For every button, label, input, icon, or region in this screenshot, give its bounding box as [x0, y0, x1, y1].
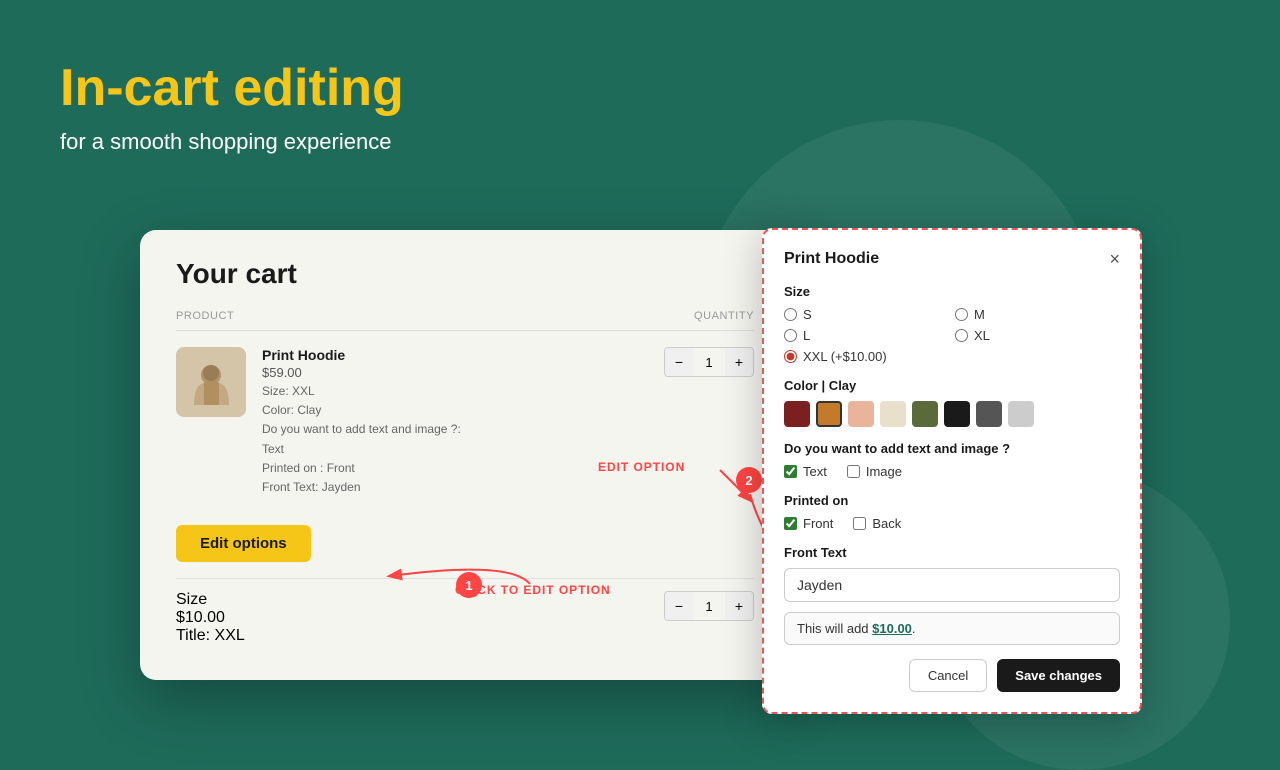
qty2-increase-btn[interactable]: + — [725, 591, 753, 621]
modal-header: Print Hoodie × — [784, 250, 1120, 268]
item-custom-val: Text — [262, 442, 284, 456]
item-color: Color: Clay — [262, 403, 321, 417]
item-printed-on: Printed on : Front — [262, 461, 355, 475]
size-xl-label: XL — [974, 328, 990, 343]
item-custom: Do you want to add text and image ?: — [262, 422, 461, 436]
size-xxl-radio[interactable] — [784, 350, 797, 363]
modal-close-button[interactable]: × — [1109, 250, 1120, 268]
add-text-image-label: Do you want to add text and image ? — [784, 441, 1120, 456]
cancel-button[interactable]: Cancel — [909, 659, 987, 692]
color-dark-red[interactable] — [784, 401, 810, 427]
qty-decrease-btn[interactable]: − — [665, 347, 693, 377]
size-xl-radio[interactable] — [955, 329, 968, 342]
item-name: Print Hoodie — [262, 347, 648, 363]
qty2-value: 1 — [693, 599, 725, 614]
info-text: This will add $10.00. — [784, 612, 1120, 645]
badge-1: 1 — [456, 572, 482, 598]
item2-title: Title: XXL — [176, 627, 648, 645]
cart-item-details: Print Hoodie $59.00 Size: XXL Color: Cla… — [262, 347, 648, 497]
size-s-radio[interactable] — [784, 308, 797, 321]
badge-2: 2 — [736, 467, 762, 493]
info-price: $10.00 — [872, 621, 912, 636]
color-swatch-group — [784, 401, 1120, 427]
front-text-input[interactable] — [784, 568, 1120, 602]
item-price: $59.00 — [262, 365, 648, 380]
cart-device: Your cart PRODUCT QUANTITY Print Hoodie … — [140, 230, 790, 680]
quantity-column-header: QUANTITY — [694, 310, 754, 322]
color-dark-gray[interactable] — [976, 401, 1002, 427]
text-image-checkbox-group: Text Image — [784, 464, 1120, 479]
qty-value: 1 — [693, 355, 725, 370]
back-option[interactable]: Back — [853, 516, 901, 531]
modal-footer: Cancel Save changes — [784, 659, 1120, 692]
size-radio-group: S M L XL XXL (+$10.00) — [784, 307, 1120, 364]
product-column-header: PRODUCT — [176, 310, 234, 322]
size-l-option[interactable]: L — [784, 328, 949, 343]
color-peach[interactable] — [848, 401, 874, 427]
size-s-option[interactable]: S — [784, 307, 949, 322]
size-label: Size — [784, 284, 1120, 299]
size-l-label: L — [803, 328, 810, 343]
printed-on-group: Front Back — [784, 516, 1120, 531]
image-checkbox[interactable] — [847, 465, 860, 478]
color-light-gray[interactable] — [1008, 401, 1034, 427]
qty2-decrease-btn[interactable]: − — [665, 591, 693, 621]
cart-title: Your cart — [176, 258, 754, 290]
color-olive[interactable] — [912, 401, 938, 427]
modal-title: Print Hoodie — [784, 250, 879, 268]
front-option-label: Front — [803, 516, 833, 531]
color-black[interactable] — [944, 401, 970, 427]
item2-price: $10.00 — [176, 609, 648, 627]
cart-item-image — [176, 347, 246, 417]
color-clay-orange[interactable] — [816, 401, 842, 427]
annotation-edit-option: EDIT OPTION — [598, 460, 685, 474]
item-front-text: Front Text: Jayden — [262, 480, 361, 494]
back-checkbox[interactable] — [853, 517, 866, 530]
cart-header: PRODUCT QUANTITY — [176, 310, 754, 331]
qty-increase-btn[interactable]: + — [725, 347, 753, 377]
save-changes-button[interactable]: Save changes — [997, 659, 1120, 692]
front-text-label: Front Text — [784, 545, 1120, 560]
size-m-radio[interactable] — [955, 308, 968, 321]
quantity-control-2[interactable]: − 1 + — [664, 591, 754, 621]
hero-title: In-cart editing — [60, 60, 404, 117]
modal: Print Hoodie × Size S M L XL XXL (+$10.0… — [762, 228, 1142, 714]
item-size: Size: XXL — [262, 384, 315, 398]
hero-section: In-cart editing for a smooth shopping ex… — [60, 60, 404, 155]
size-m-label: M — [974, 307, 985, 322]
back-option-label: Back — [872, 516, 901, 531]
color-label: Color | Clay — [784, 378, 1120, 393]
hero-subtitle: for a smooth shopping experience — [60, 129, 404, 155]
color-cream[interactable] — [880, 401, 906, 427]
image-option[interactable]: Image — [847, 464, 902, 479]
quantity-control-1[interactable]: − 1 + — [664, 347, 754, 377]
cart-item-1: Print Hoodie $59.00 Size: XXL Color: Cla… — [176, 347, 754, 497]
size-xxl-option[interactable]: XXL (+$10.00) — [784, 349, 949, 364]
image-option-label: Image — [866, 464, 902, 479]
text-checkbox[interactable] — [784, 465, 797, 478]
size-m-option[interactable]: M — [955, 307, 1120, 322]
hoodie-icon — [184, 355, 239, 410]
size-l-radio[interactable] — [784, 329, 797, 342]
text-option[interactable]: Text — [784, 464, 827, 479]
printed-on-label: Printed on — [784, 493, 1120, 508]
front-option[interactable]: Front — [784, 516, 833, 531]
size-xxl-label: XXL (+$10.00) — [803, 349, 887, 364]
item-attrs: Size: XXL Color: Clay Do you want to add… — [262, 382, 648, 497]
text-option-label: Text — [803, 464, 827, 479]
size-s-label: S — [803, 307, 812, 322]
front-checkbox[interactable] — [784, 517, 797, 530]
edit-options-button[interactable]: Edit options — [176, 525, 311, 562]
size-xl-option[interactable]: XL — [955, 328, 1120, 343]
